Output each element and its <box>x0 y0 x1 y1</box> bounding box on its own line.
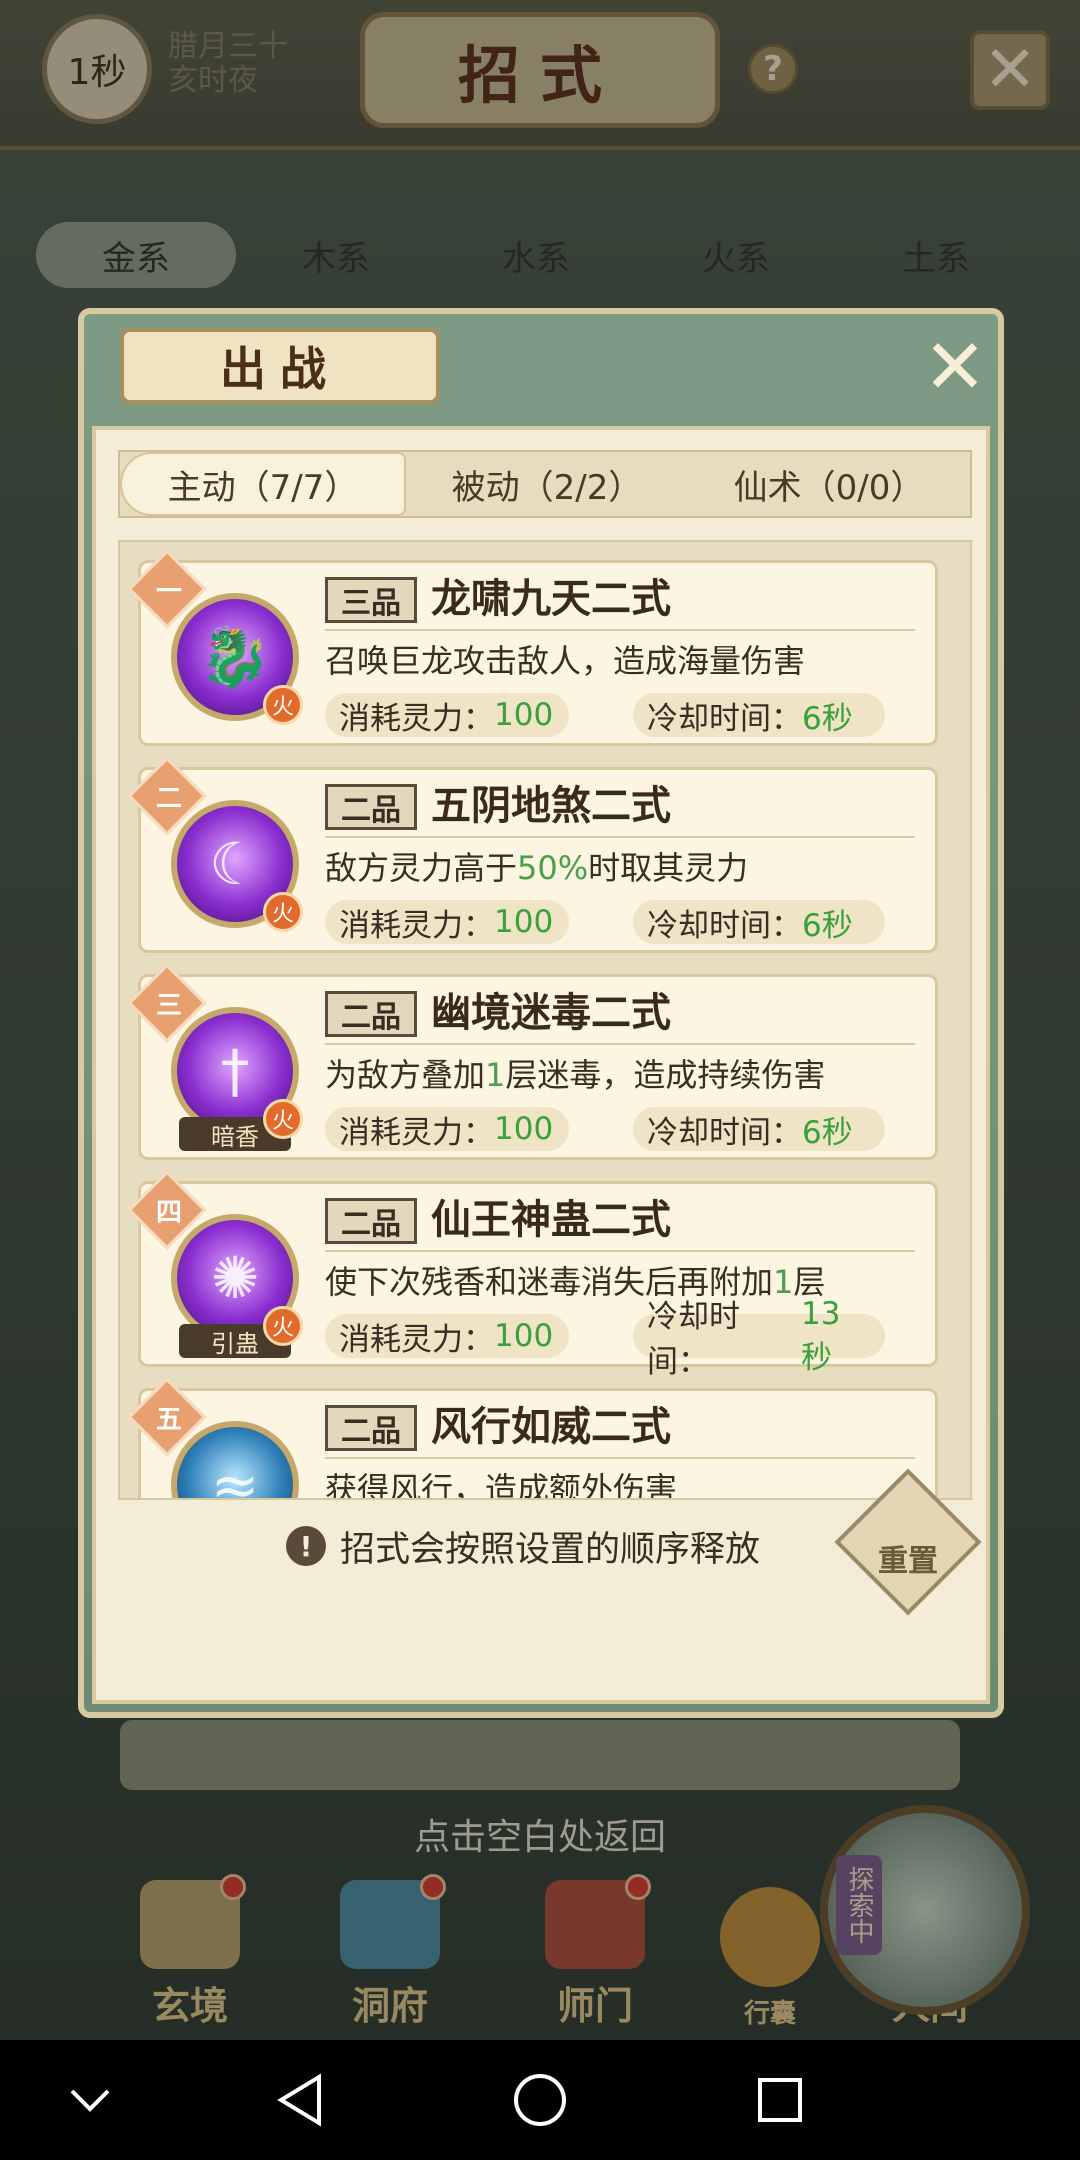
mana-cost: 消耗灵力： 100 <box>325 900 569 944</box>
skill-description: 为敌方叠加1层迷毒，造成持续伤害 <box>325 1056 826 1094</box>
skill-description: 召唤巨龙攻击敌人，造成海量伤害 <box>325 642 806 680</box>
recents-icon[interactable] <box>740 2060 820 2140</box>
skill-card[interactable]: 五 ≈ 二品 风行如威二式 获得风行，造成额外伤害 <box>127 1377 938 1500</box>
divider <box>325 836 915 838</box>
cooldown: 冷却时间： 6秒 <box>633 900 885 944</box>
element-tag: 火 <box>263 892 303 932</box>
modal-title: 出战 <box>120 328 440 404</box>
wind-icon: ≈ <box>171 1421 299 1498</box>
cooldown: 冷却时间： 13秒 <box>633 1296 885 1380</box>
mana-cost: 消耗灵力： 100 <box>325 1107 569 1151</box>
skill-description: 敌方灵力高于50%时取其灵力 <box>325 849 749 887</box>
skill-list[interactable]: 一 🐉 火 三品 龙啸九天二式 召唤巨龙攻击敌人，造成海量伤害 消耗灵力： 100… <box>118 540 972 1500</box>
mana-cost: 消耗灵力： 100 <box>325 693 569 737</box>
mana-cost: 消耗灵力： 100 <box>325 1314 569 1358</box>
grade-tag: 三品 <box>325 577 417 623</box>
grade-tag: 二品 <box>325 784 417 830</box>
skill-name: 仙王神蛊二式 <box>431 1197 671 1243</box>
back-icon[interactable] <box>260 2060 340 2140</box>
element-tag: 火 <box>263 1306 303 1346</box>
chevron-down-icon[interactable] <box>50 2060 130 2140</box>
cooldown: 冷却时间： 6秒 <box>633 1107 885 1151</box>
grade-tag: 二品 <box>325 1405 417 1451</box>
element-tag: 火 <box>263 685 303 725</box>
skill-card[interactable]: 四 ✺ 引蛊 火 二品 仙王神蛊二式 使下次残香和迷毒消失后再附加1层 消耗灵力… <box>127 1170 938 1380</box>
cooldown: 冷却时间： 6秒 <box>633 693 885 737</box>
skill-name: 风行如威二式 <box>431 1404 671 1450</box>
divider <box>325 1250 915 1252</box>
hint-text: 招式会按照设置的顺序释放 <box>340 1529 761 1570</box>
skill-description: 获得风行，造成额外伤害 <box>325 1470 678 1500</box>
system-nav-bar <box>0 2040 1080 2160</box>
divider <box>325 1457 915 1459</box>
tab-passive-skills[interactable]: 被动（2/2） <box>406 452 688 516</box>
skill-card[interactable]: 三 † 暗香 火 二品 幽境迷毒二式 为敌方叠加1层迷毒，造成持续伤害 消耗灵力… <box>127 963 938 1160</box>
divider <box>325 1043 915 1045</box>
modal-body: 主动（7/7） 被动（2/2） 仙术（0/0） 一 🐉 火 三品 龙啸九天二式 … <box>92 426 990 1704</box>
skill-type-tabs: 主动（7/7） 被动（2/2） 仙术（0/0） <box>118 450 972 518</box>
tab-immortal-arts[interactable]: 仙术（0/0） <box>688 452 970 516</box>
skill-card[interactable]: 二 ☾ 火 二品 五阴地煞二式 敌方灵力高于50%时取其灵力 消耗灵力： 100 … <box>127 756 938 953</box>
skill-name: 五阴地煞二式 <box>431 783 671 829</box>
tab-active-skills[interactable]: 主动（7/7） <box>120 452 406 516</box>
reset-label[interactable]: 重置 <box>856 1490 960 1594</box>
divider <box>325 629 915 631</box>
skill-card[interactable]: 一 🐉 火 三品 龙啸九天二式 召唤巨龙攻击敌人，造成海量伤害 消耗灵力： 100… <box>127 549 938 746</box>
warning-icon: ! <box>286 1526 326 1566</box>
battle-skills-modal: 出战 ✕ 主动（7/7） 被动（2/2） 仙术（0/0） 一 🐉 火 三品 龙啸… <box>78 308 1004 1718</box>
grade-tag: 二品 <box>325 991 417 1037</box>
element-tag: 火 <box>263 1099 303 1139</box>
skill-name: 幽境迷毒二式 <box>431 990 671 1036</box>
close-icon[interactable]: ✕ <box>922 329 988 405</box>
home-icon[interactable] <box>500 2060 580 2140</box>
order-hint: ! 招式会按照设置的顺序释放 <box>286 1518 760 1574</box>
grade-tag: 二品 <box>325 1198 417 1244</box>
skill-name: 龙啸九天二式 <box>431 576 671 622</box>
